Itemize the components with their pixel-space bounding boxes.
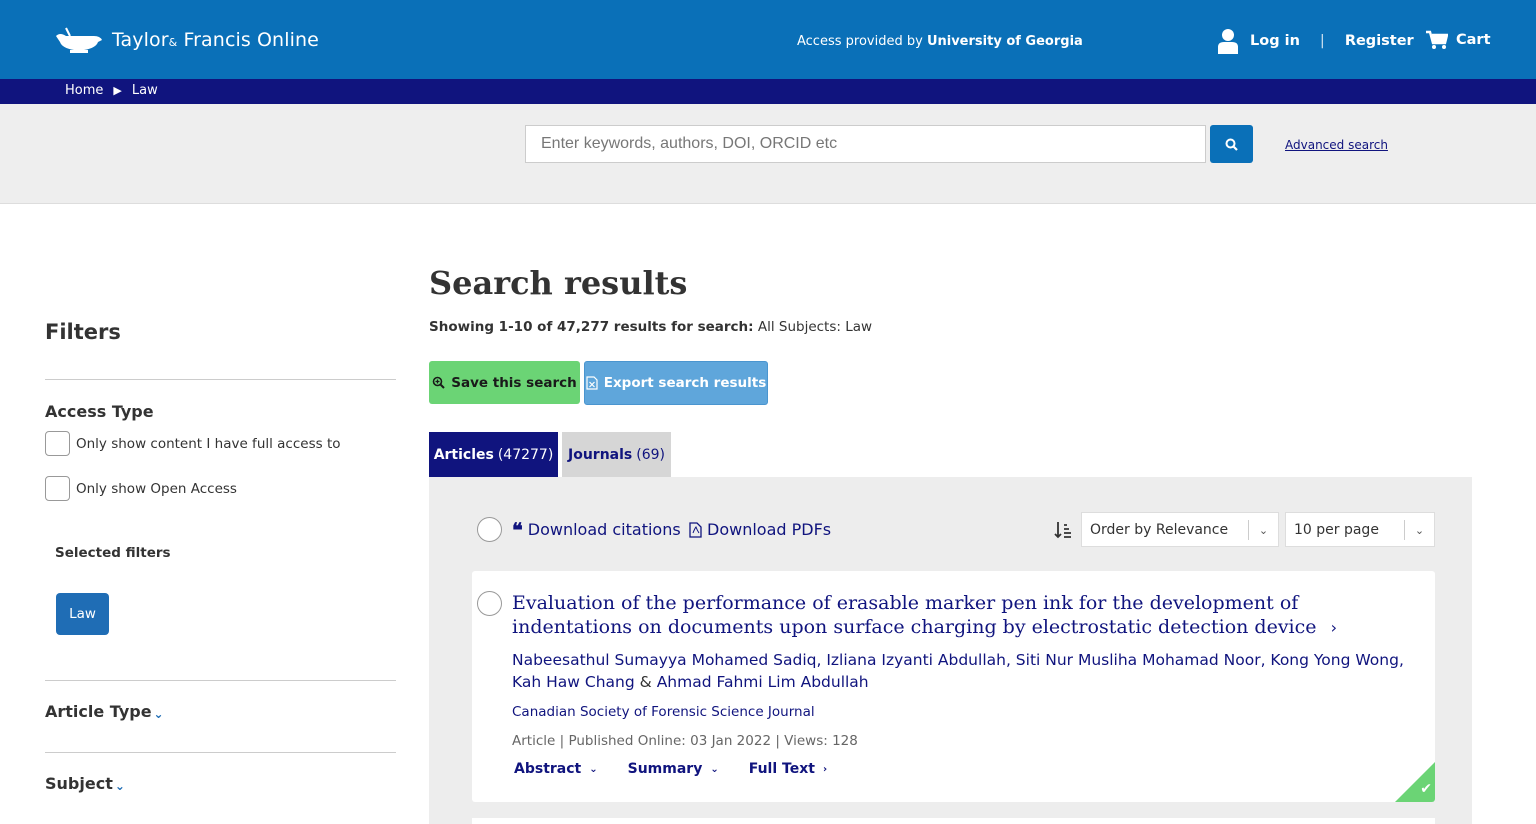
register-link[interactable]: Register <box>1345 33 1414 49</box>
check-icon: ✔ <box>1420 781 1432 797</box>
full-access-label: Only show content I have full access to <box>76 435 341 452</box>
access-type-heading: Access Type <box>45 402 154 421</box>
filters-heading: Filters <box>45 320 121 344</box>
result-card: Evaluation of the performance of erasabl… <box>472 571 1435 802</box>
chevron-down-icon: ⌄ <box>114 778 125 793</box>
summary-toggle[interactable]: Summary ⌄ <box>628 761 719 777</box>
chevron-down-icon: ⌄ <box>1404 520 1434 540</box>
select-all-radio[interactable] <box>477 517 502 542</box>
search-icon <box>1225 138 1238 151</box>
chevron-down-icon: ⌄ <box>153 706 164 721</box>
chevron-right-icon: › <box>822 763 828 775</box>
result-actions: Abstract ⌄ Summary ⌄ Full Text › <box>514 761 827 777</box>
open-access-label: Only show Open Access <box>76 480 237 497</box>
per-page-select[interactable]: 10 per page ⌄ <box>1285 512 1435 547</box>
results-summary: Showing 1-10 of 47,277 results for searc… <box>429 319 873 335</box>
article-type-toggle[interactable]: Article Type ⌄ <box>45 702 164 721</box>
divider <box>45 752 396 753</box>
selected-filters-heading: Selected filters <box>55 545 171 561</box>
search-button[interactable] <box>1210 125 1253 163</box>
result-card <box>472 818 1435 824</box>
chevron-right-icon: › <box>1330 618 1337 637</box>
divider <box>45 379 396 380</box>
search-input[interactable] <box>525 125 1206 163</box>
filter-open-access[interactable]: Only show Open Access <box>45 476 237 501</box>
tab-journals[interactable]: Journals (69) <box>562 432 671 477</box>
chevron-down-icon: ⌄ <box>589 763 598 775</box>
cart-link[interactable]: Cart <box>1426 30 1491 50</box>
cart-label: Cart <box>1456 32 1491 48</box>
download-citations-link[interactable]: ❝ Download citations <box>512 517 681 542</box>
article-title-link[interactable]: Evaluation of the performance of erasabl… <box>512 591 1402 640</box>
article-meta: Article | Published Online: 03 Jan 2022 … <box>512 733 858 749</box>
breadcrumb-home[interactable]: Home <box>65 83 103 98</box>
subject-toggle[interactable]: Subject ⌄ <box>45 774 125 793</box>
open-access-checkbox[interactable] <box>45 476 70 501</box>
cart-icon <box>1426 30 1448 49</box>
search-band: Advanced search <box>0 104 1536 204</box>
advanced-search-link[interactable]: Advanced search <box>1285 138 1388 152</box>
page-title: Search results <box>429 264 688 302</box>
result-select-radio[interactable] <box>477 591 502 616</box>
full-access-checkbox[interactable] <box>45 431 70 456</box>
authors-list: Nabeesathul Sumayya Mohamed Sadiq, Izlia… <box>512 651 1404 691</box>
chevron-down-icon: ⌄ <box>1248 520 1278 540</box>
journal-link[interactable]: Canadian Society of Forensic Science Jou… <box>512 704 815 720</box>
login-link[interactable]: Log in <box>1250 33 1300 49</box>
abstract-toggle[interactable]: Abstract ⌄ <box>514 761 598 777</box>
breadcrumb-arrow-icon: ▶ <box>113 84 122 97</box>
site-header: Taylor& Francis Online Access provided b… <box>0 0 1536 79</box>
user-icon <box>1218 29 1238 54</box>
filter-chip-law[interactable]: Law <box>56 593 109 635</box>
header-separator: | <box>1319 33 1325 49</box>
divider <box>45 680 396 681</box>
lamp-logo-icon <box>56 27 102 53</box>
logo-text: Taylor& Francis Online <box>112 29 319 51</box>
access-org: University of Georgia <box>926 34 1083 49</box>
user-area: Log in | Register <box>1218 28 1414 54</box>
zoom-in-icon <box>432 376 445 389</box>
filter-full-access[interactable]: Only show content I have full access to <box>45 431 341 456</box>
sort-icon <box>1054 522 1071 539</box>
site-logo[interactable]: Taylor& Francis Online <box>54 26 319 54</box>
pdf-icon <box>689 521 702 538</box>
breadcrumb-current: Law <box>131 83 158 98</box>
file-export-icon <box>586 376 598 390</box>
tab-articles[interactable]: Articles (47277) <box>429 432 558 484</box>
quote-icon: ❝ <box>512 517 523 542</box>
author-link[interactable]: Ahmad Fahmi Lim Abdullah <box>657 673 869 691</box>
download-pdfs-link[interactable]: Download PDFs <box>689 520 831 539</box>
breadcrumb: Home ▶ Law <box>0 79 1536 104</box>
access-provider: Access provided by University of Georgia <box>797 34 1083 49</box>
chevron-down-icon: ⌄ <box>710 763 719 775</box>
order-select[interactable]: Order by Relevance ⌄ <box>1081 512 1279 547</box>
export-results-button[interactable]: Export search results <box>584 361 768 405</box>
full-text-link[interactable]: Full Text › <box>749 761 827 777</box>
save-search-button[interactable]: Save this search <box>429 361 580 404</box>
